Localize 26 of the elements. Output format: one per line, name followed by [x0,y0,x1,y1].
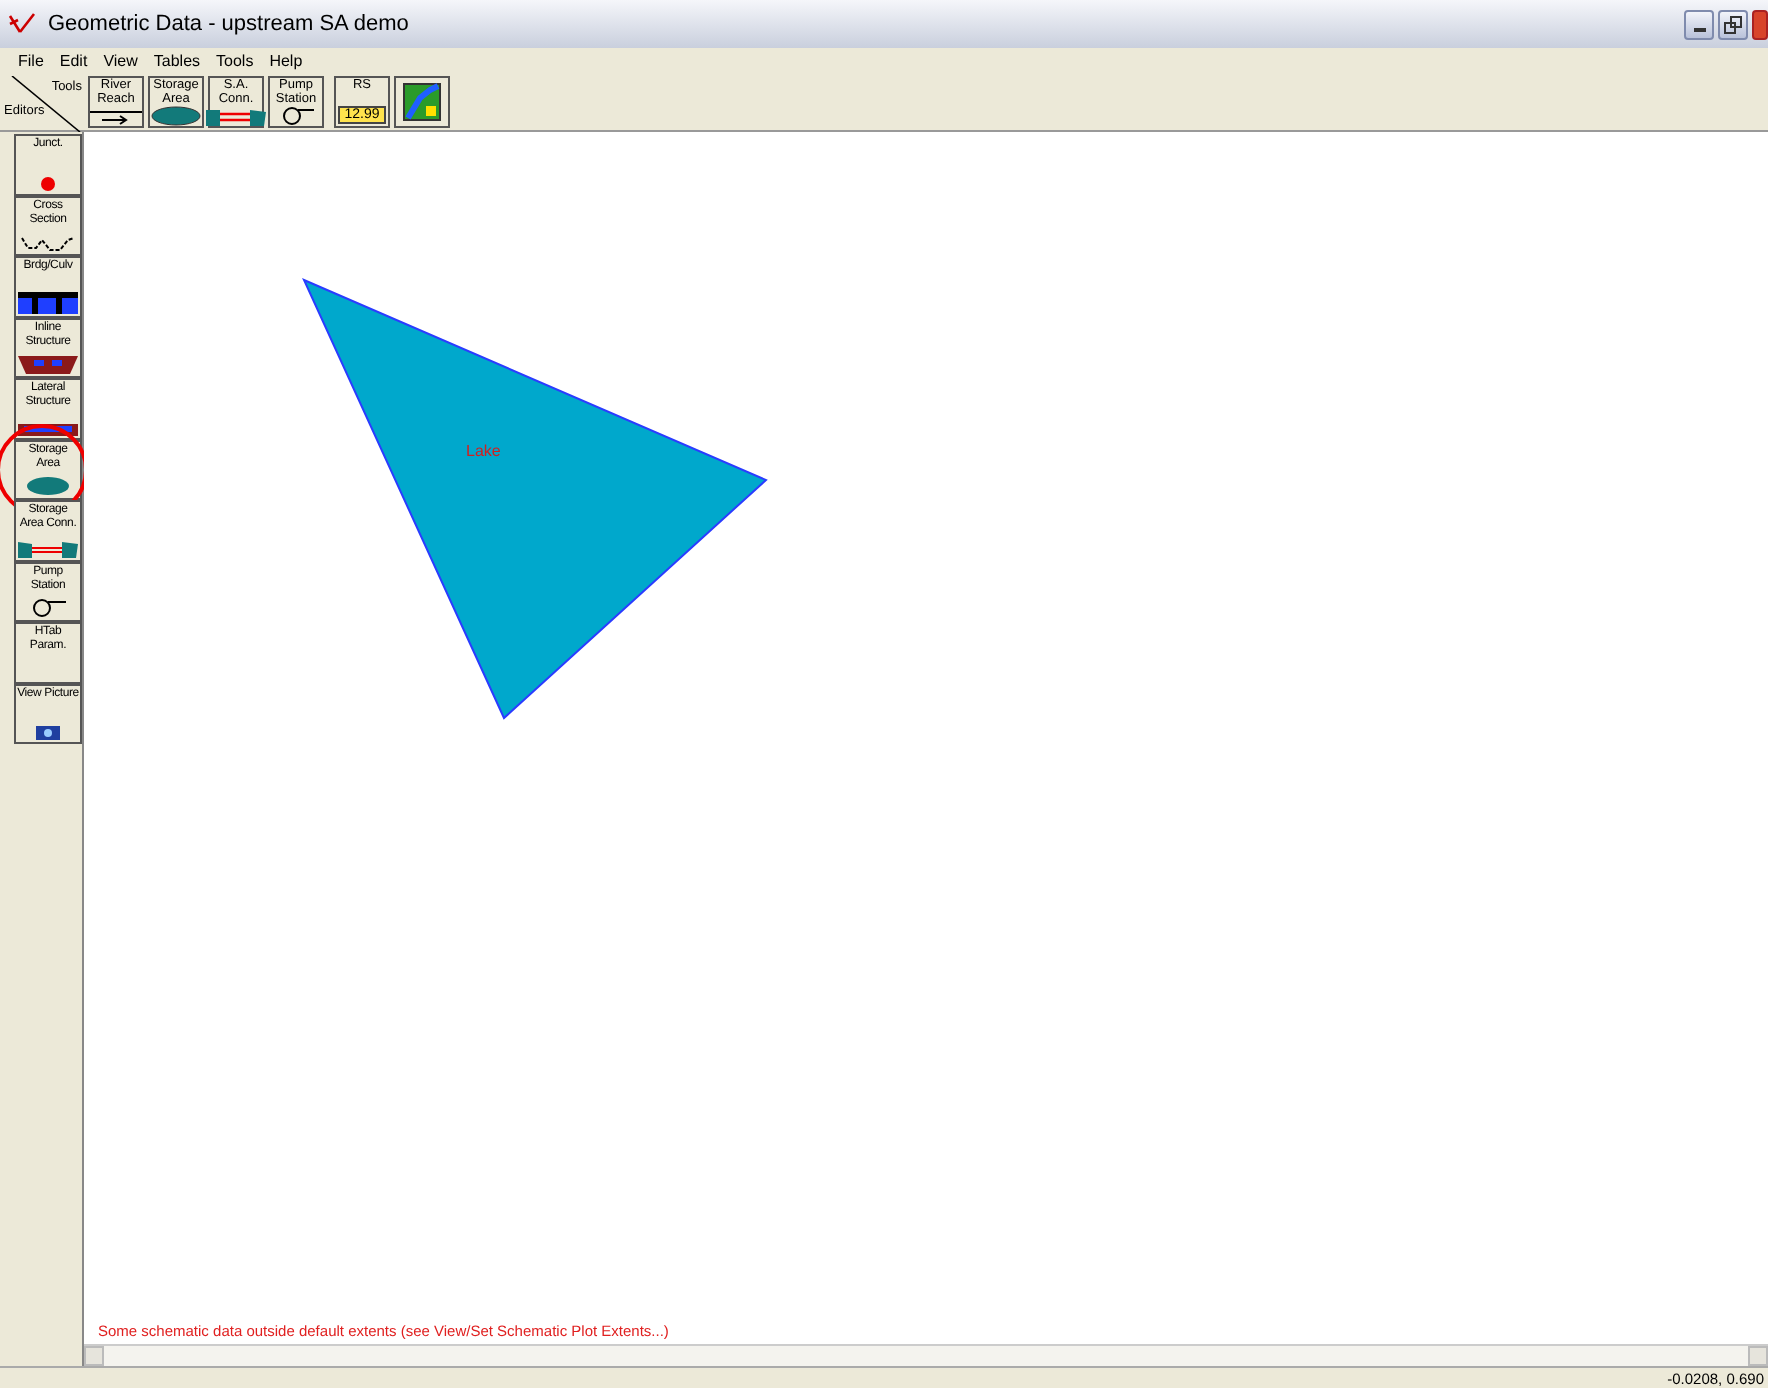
connection-icon [18,539,78,557]
pump-icon [28,598,68,618]
close-button[interactable] [1752,9,1768,39]
storage-area-icon [150,106,202,126]
storage-area-label: Lake [466,442,501,460]
menu-item[interactable]: File [18,51,44,69]
restore-button[interactable] [1718,9,1748,39]
connection-icon [206,106,266,126]
camera-icon [36,724,60,740]
arrow-icon [86,110,146,126]
inline-structure-icon [18,356,78,374]
junction-icon [40,175,56,191]
window-title: Geometric Data - upstream SA demo [48,12,411,36]
storage-area-icon [26,476,70,496]
map-tool-button[interactable] [394,76,450,128]
menu-item[interactable]: Tables [153,51,201,69]
restore-icon [1724,15,1742,33]
menu-item[interactable]: Edit [59,51,88,69]
minimize-button[interactable] [1684,9,1714,39]
menu-item[interactable]: Help [269,51,303,69]
menu-item[interactable]: Tools [216,51,254,69]
menu-item[interactable]: View [103,51,138,69]
app-icon [8,12,36,36]
bridge-icon [18,291,78,313]
cross-section-icon [20,236,76,252]
map-icon [402,82,442,122]
